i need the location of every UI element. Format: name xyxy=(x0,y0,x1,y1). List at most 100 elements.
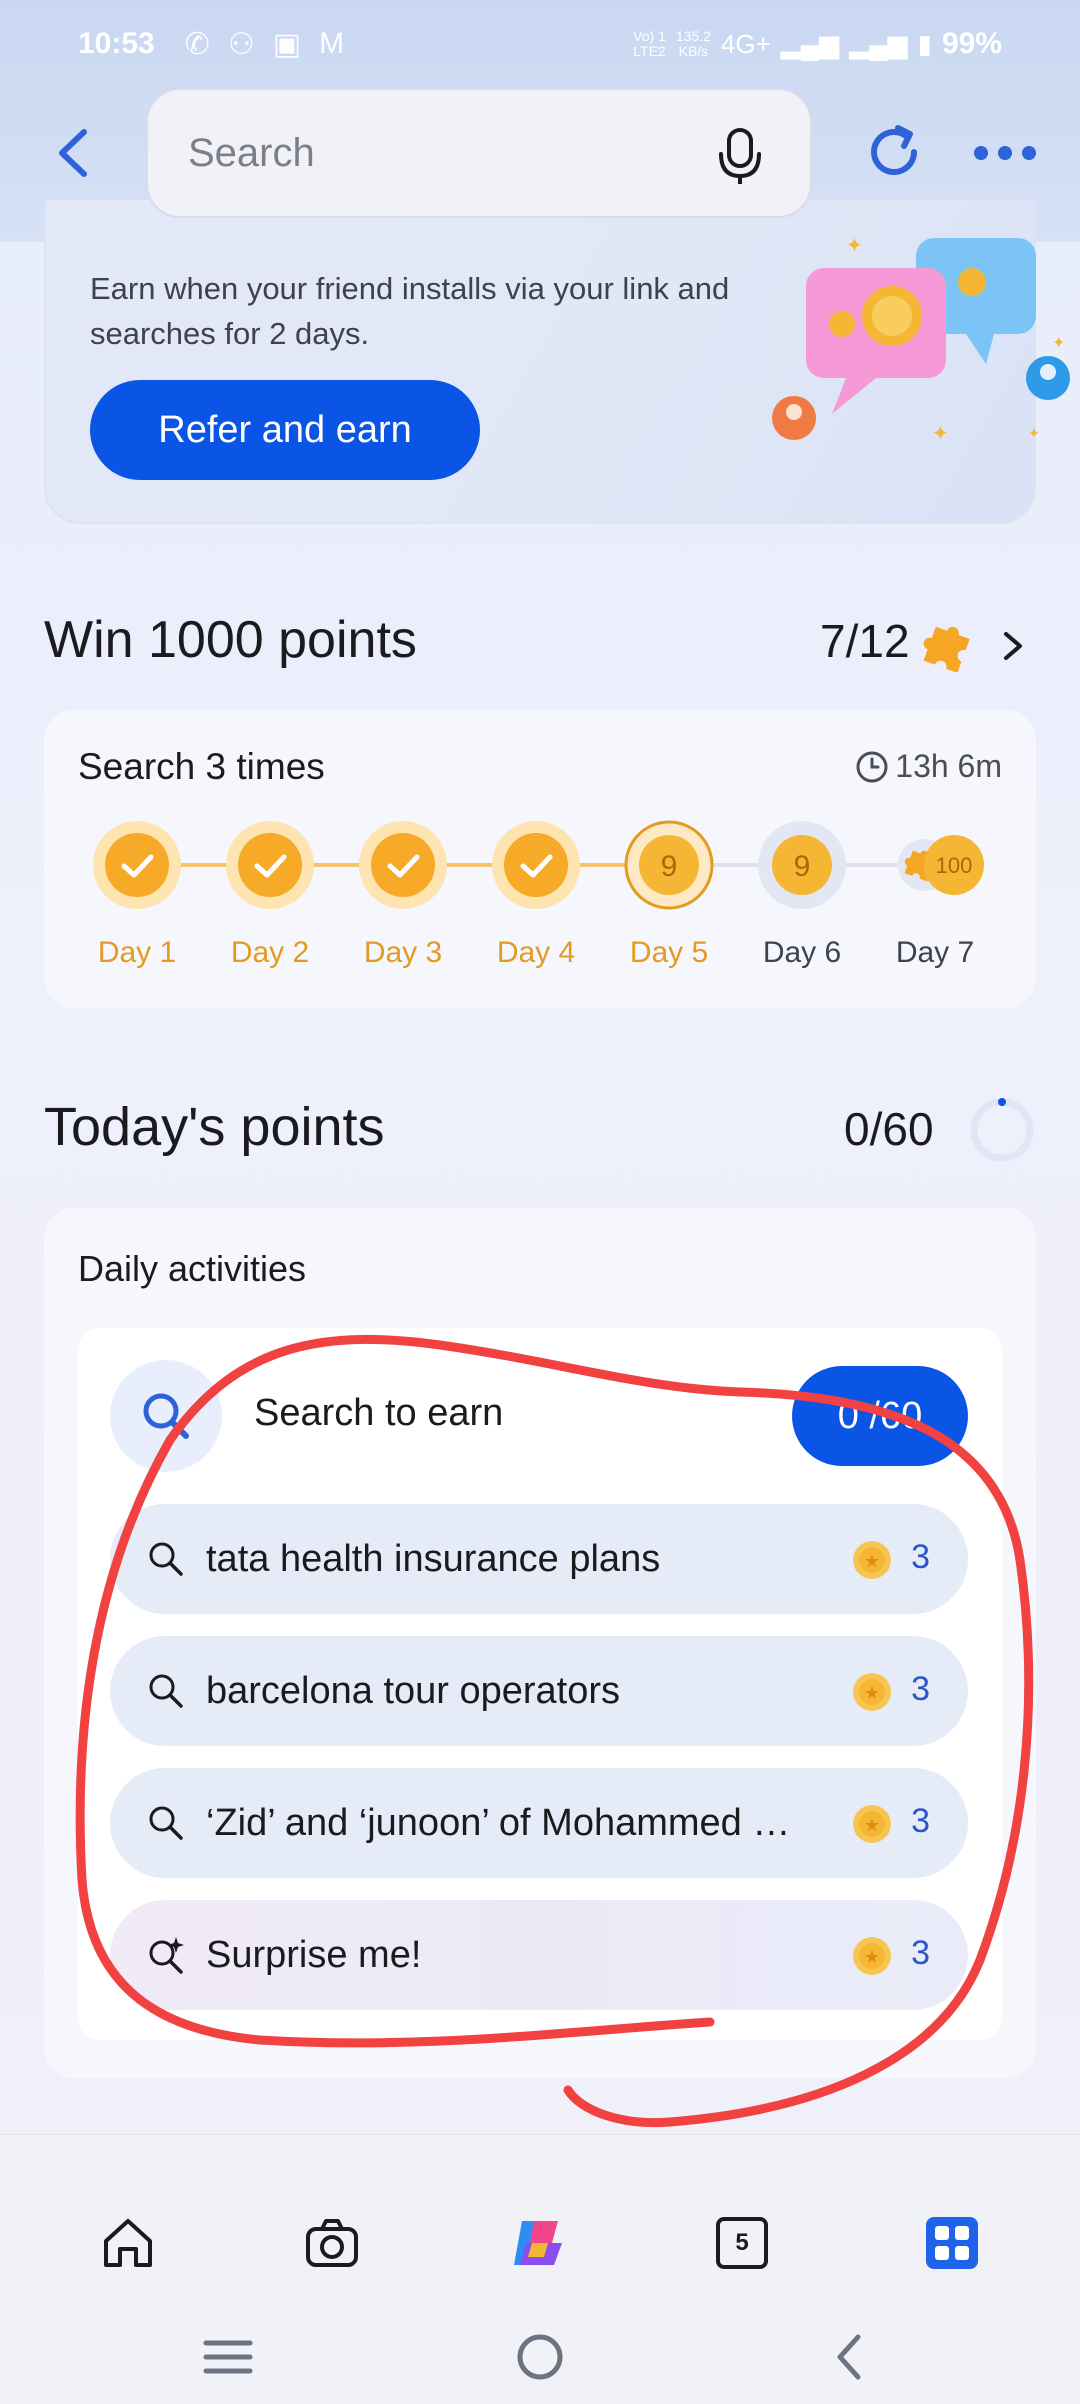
sparkle-search-icon xyxy=(149,1937,184,1974)
network-type: 4G+ xyxy=(720,28,771,59)
image-icon: ▣ xyxy=(272,27,302,61)
day-7-value: 100 xyxy=(936,853,973,878)
streak-days: Day 1 Day 2 Day 3 Day 4 9 Day 5 9 Day 6 … xyxy=(44,820,1036,990)
surprise-me-button[interactable]: Surprise me! ★ 3 xyxy=(110,1900,968,2010)
status-right: Vo) 1 LTE2 135.2 KB/s 4G+ ▂▄▆ ▂▄▆ ▮ 99% xyxy=(633,27,1002,61)
copilot-icon[interactable] xyxy=(508,2213,568,2273)
tabs-icon[interactable]: 5 xyxy=(716,2217,768,2269)
delivery-icon: ⚇ xyxy=(227,27,255,61)
streak-timer: 13h 6m xyxy=(855,748,1002,785)
coin-icon: 9 xyxy=(624,820,714,910)
svg-text:✦: ✦ xyxy=(932,421,949,445)
coin-icon: ★ xyxy=(853,1541,891,1579)
home-circle-icon[interactable] xyxy=(512,2329,568,2385)
points-value: 3 xyxy=(911,1802,930,1840)
search-icon xyxy=(149,1542,183,1576)
search-earn-progress-pill[interactable]: 0 /60 xyxy=(792,1366,968,1466)
chevron-left-icon xyxy=(59,129,87,177)
status-time: 10:53 xyxy=(78,27,155,60)
day-label: Day 4 xyxy=(496,936,576,969)
more-options-icon[interactable] xyxy=(970,128,1040,178)
search-icon xyxy=(143,1393,189,1439)
refer-card: bonus points. Earn when your friend inst… xyxy=(44,200,1070,524)
volte-top: Vo) 1 xyxy=(633,28,666,44)
day-label: Day 1 xyxy=(97,936,177,969)
refer-and-earn-button[interactable]: Refer and earn xyxy=(90,380,480,480)
battery-level: 99% xyxy=(941,27,1002,60)
day-label: Day 6 xyxy=(762,936,842,969)
system-back-icon[interactable] xyxy=(822,2329,878,2385)
gmail-icon: M xyxy=(319,26,345,60)
coin-icon: ★ xyxy=(853,1937,891,1975)
apps-grid-icon[interactable] xyxy=(922,2213,982,2273)
home-icon[interactable] xyxy=(98,2213,158,2273)
bottom-navigation: 5 xyxy=(0,2134,1080,2404)
app-tab-bar: 5 xyxy=(0,2175,1080,2285)
day-label: Day 5 xyxy=(629,936,709,969)
day-5-value: 9 xyxy=(661,850,678,883)
surprise-me-label: Surprise me! xyxy=(206,1933,422,1976)
day-label: Day 2 xyxy=(230,936,310,969)
points-value: 3 xyxy=(911,1538,930,1576)
todays-points-count: 0/60 xyxy=(844,1103,934,1155)
check-icon xyxy=(93,821,181,909)
coin-icon: ★ xyxy=(853,1805,891,1843)
svg-text:✦: ✦ xyxy=(846,233,863,257)
svg-text:✦: ✦ xyxy=(1052,333,1065,352)
volte-bottom: LTE2 xyxy=(633,43,666,59)
clock-icon xyxy=(856,751,888,782)
status-bar: 10:53 ✆ ⚇ ▣ M Vo) 1 LTE2 135.2 KB/s 4G+ … xyxy=(0,0,1080,88)
daily-activities-card: Daily activities Search to earn 0 /60 ta… xyxy=(44,1208,1036,2078)
system-navigation xyxy=(0,2305,1080,2404)
microphone-icon[interactable] xyxy=(712,126,768,186)
signal-icon-2: ▂▄▆ xyxy=(849,28,908,59)
day-label: Day 7 xyxy=(895,936,975,969)
volte-indicator: Vo) 1 LTE2 xyxy=(633,29,666,59)
search-to-earn-label: Search to earn xyxy=(254,1392,504,1434)
suggested-search-text: barcelona tour operators xyxy=(206,1669,621,1712)
network-speed: 135.2 KB/s xyxy=(676,29,711,59)
signal-icon: ▂▄▆ xyxy=(780,28,840,59)
search-earn-icon-wrap xyxy=(110,1360,222,1472)
timer-value: 13h 6m xyxy=(895,748,1002,784)
top-bar: Search xyxy=(0,88,1080,222)
puzzle-progress: 7/12 xyxy=(820,615,910,667)
check-icon xyxy=(226,821,314,909)
svg-text:★: ★ xyxy=(864,1947,880,1968)
tabs-count: 5 xyxy=(735,2229,749,2256)
daily-activities-label: Daily activities xyxy=(78,1248,307,1289)
streak-card[interactable]: Search 3 times 13h 6m Day 1 Day 2 Day 3 … xyxy=(44,710,1036,1008)
suggested-search-text: tata health insurance plans xyxy=(206,1537,661,1580)
search-input[interactable]: Search xyxy=(146,88,812,218)
speed-value: 135.2 xyxy=(675,28,711,44)
win-points-title: Win 1000 points xyxy=(44,611,417,669)
check-icon xyxy=(359,821,447,909)
streak-task-label: Search 3 times xyxy=(78,746,325,787)
coin-icon: ★ xyxy=(853,1673,891,1711)
todays-points-title: Today's points xyxy=(44,1097,385,1157)
back-button[interactable] xyxy=(40,118,110,188)
points-value: 3 xyxy=(911,1934,930,1972)
refresh-icon[interactable] xyxy=(862,120,926,184)
day-6-value: 9 xyxy=(794,850,811,883)
recent-apps-icon[interactable] xyxy=(200,2329,256,2385)
search-to-earn-card: Search to earn 0 /60 tata health insuran… xyxy=(78,1328,1002,2040)
search-icon xyxy=(149,1674,183,1708)
svg-text:★: ★ xyxy=(864,1683,880,1704)
svg-text:★: ★ xyxy=(864,1551,880,1572)
chevron-right-icon[interactable] xyxy=(996,626,1030,666)
speed-unit: KB/s xyxy=(678,43,709,59)
check-icon xyxy=(492,821,580,909)
day-label: Day 3 xyxy=(363,936,443,969)
refer-description: Earn when your friend installs via your … xyxy=(90,271,730,351)
suggested-search-1[interactable]: tata health insurance plans ★ 3 xyxy=(110,1504,968,1614)
camera-icon[interactable] xyxy=(302,2213,362,2273)
suggested-search-3[interactable]: ‘Zid’ and ‘junoon’ of Mohammed … ★ 3 xyxy=(110,1768,968,1878)
suggested-search-2[interactable]: barcelona tour operators ★ 3 xyxy=(110,1636,968,1746)
puzzle-icon xyxy=(923,626,970,672)
points-value: 3 xyxy=(911,1670,930,1708)
svg-text:✦: ✦ xyxy=(1028,426,1040,442)
battery-icon: ▮ xyxy=(917,28,932,59)
points-progress-ring xyxy=(970,1098,1034,1162)
notification-icons: ✆ ⚇ ▣ M xyxy=(185,27,344,62)
